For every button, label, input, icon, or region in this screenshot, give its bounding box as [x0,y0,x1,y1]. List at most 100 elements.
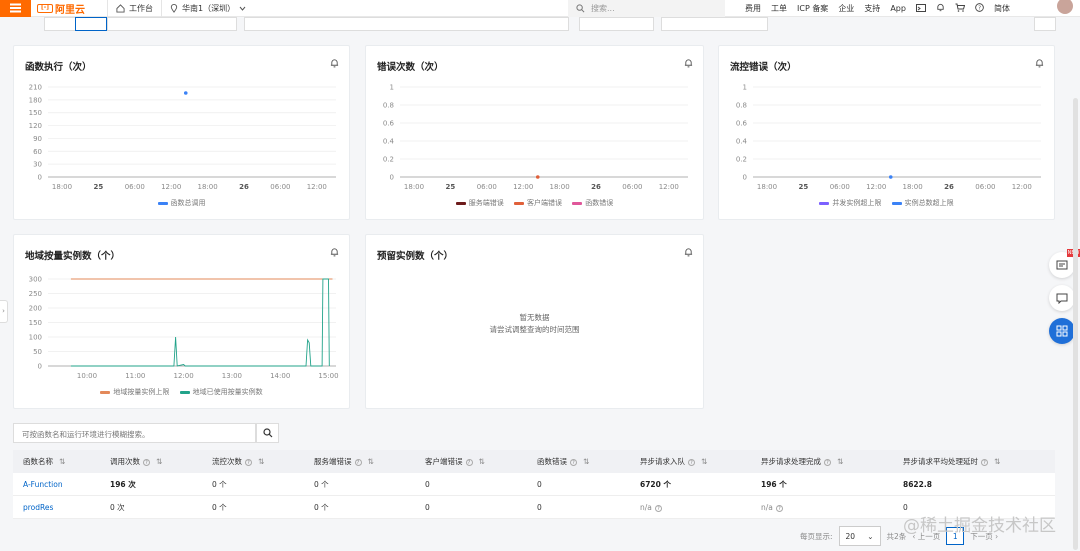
column-header[interactable]: 异步请求处理完成? ⇅ [761,450,843,473]
y-tick-label: 100 [29,334,42,342]
table-header: 函数名称 ⇅ 调用次数? ⇅ 流控次数? ⇅ 服务端错误? ⇅ 客户端错误? ⇅ 函数错误… [13,450,1055,473]
hamburger-menu-button[interactable] [0,0,31,17]
legend-item[interactable]: 客户端错误 [514,198,562,208]
logo-text: 阿里云 [55,4,85,16]
time-range-option-selected[interactable] [75,17,107,31]
nav-tickets[interactable]: 工单 [766,3,792,14]
x-tick-label: 15:00 [318,372,338,380]
search-placeholder: 可按函数名和运行环境进行模糊搜索。 [22,430,150,439]
column-header[interactable]: 函数错误? ⇅ [537,450,589,473]
top-right-nav: 费用 工单 ICP 备案 企业 支持 App ? 简体 [740,0,1015,17]
region-selector[interactable]: 华南1（深圳） [161,0,254,17]
y-tick-label: 0.6 [383,120,395,128]
watermark: @稀土掘金技术社区 [903,516,1056,536]
x-tick-label: 12:00 [307,183,327,191]
x-tick-label: 18:00 [198,183,218,191]
column-header[interactable]: 异步请求入队? ⇅ [640,450,707,473]
help-icon[interactable]: ? [970,3,989,14]
legend-item[interactable]: 函数总调用 [157,198,206,208]
page-scrollbar[interactable] [1073,98,1078,550]
legend-item[interactable]: 服务端错误 [455,198,504,208]
table-cell: 0 [537,480,542,489]
chevron-down-icon [239,6,246,11]
nav-billing[interactable]: 费用 [740,3,766,14]
column-header[interactable]: 异步请求平均处理延时? ⇅ [903,450,1000,473]
function-search-input[interactable]: 可按函数名和运行环境进行模糊搜索。 [13,423,256,443]
cart-icon[interactable] [950,3,970,14]
legend-item[interactable]: 实例总数超上限 [891,198,954,208]
chat-float-button[interactable] [1049,285,1075,311]
y-tick-label: 1 [390,84,394,92]
nav-app[interactable]: App [885,4,911,13]
x-tick-label: 12:00 [659,183,679,191]
table-cell: n/a? [640,496,662,519]
y-tick-label: 150 [29,319,42,327]
refresh-button[interactable] [1034,17,1056,31]
function-metrics-table: 函数名称 ⇅ 调用次数? ⇅ 流控次数? ⇅ 服务端错误? ⇅ 客户端错误? ⇅ 函数错误… [13,450,1055,519]
chart-title: 预留实例数（个） [377,251,454,262]
legend-item[interactable]: 地域按量实例上限 [100,387,169,397]
bell-icon[interactable] [931,3,950,14]
y-tick-label: 0 [38,363,42,371]
global-search-input[interactable]: 搜索... [568,0,725,17]
legend-item[interactable]: 并发实例超上限 [819,198,881,208]
y-tick-label: 30 [33,161,42,169]
per-page-select[interactable]: 20 ⌄ [838,526,881,546]
no-data-title: 暂无数据 [519,313,550,322]
terminal-icon[interactable] [911,3,931,14]
document-icon [1056,260,1068,270]
table-cell: 0 个 [212,480,227,489]
search-icon [576,4,585,13]
x-tick-label: 18:00 [903,183,923,191]
legend-item[interactable]: 地域已使用按量实例数 [179,387,263,397]
workbench-link[interactable]: 工作台 [107,0,161,17]
column-header[interactable]: 流控次数? ⇅ [212,450,264,473]
alert-bell-icon[interactable] [684,58,693,68]
date-range-picker[interactable] [244,17,569,31]
nav-enterprise[interactable]: 企业 [833,3,859,14]
x-tick-label: 25 [94,183,104,191]
y-tick-label: 0.4 [383,138,395,146]
column-header[interactable]: 调用次数? ⇅ [110,450,162,473]
alert-bell-icon[interactable] [330,58,339,68]
function-name-link[interactable]: A-Function [23,473,63,496]
language-switch[interactable]: 简体 [989,3,1015,14]
x-tick-label: 13:00 [222,372,242,380]
column-header[interactable]: 函数名称 ⇅ [23,450,65,473]
nav-icp[interactable]: ICP 备案 [792,3,833,14]
chart-card-regional-instances: 地域按量实例数（个） 300 250 200 150 100 50 0 10:00 11:00 1… [13,234,350,409]
y-tick-label: 0 [390,174,394,182]
search-placeholder: 搜索... [591,4,615,13]
filter-select[interactable] [579,17,654,31]
time-range-option[interactable] [44,17,76,31]
chart-card-provisioned-instances: 预留实例数（个） 暂无数据 请尝试调整查询的时间范围 [365,234,704,409]
column-header[interactable]: 客户端错误? ⇅ [425,450,485,473]
column-header[interactable]: 服务端错误? ⇅ [314,450,374,473]
alert-bell-icon[interactable] [1035,58,1044,68]
x-tick-label: 14:00 [270,372,290,380]
y-tick-label: 210 [29,84,42,92]
y-tick-label: 180 [29,96,42,104]
nav-support[interactable]: 支持 [859,3,885,14]
x-tick-label: 12:00 [1012,183,1032,191]
chart-title: 错误次数（次） [377,62,444,73]
y-tick-label: 50 [33,348,42,356]
user-avatar[interactable] [1057,0,1073,14]
filter-select-2[interactable] [661,17,768,31]
collapse-sidebar-tab[interactable]: › [0,300,8,323]
chart-title: 函数执行（次） [25,62,92,73]
function-name-link[interactable]: prodRes [23,496,53,519]
alert-bell-icon[interactable] [684,247,693,257]
x-tick-label: 18:00 [52,183,72,191]
y-tick-label: 0.8 [383,102,394,110]
aliyun-logo[interactable]: [-] 阿里云 [37,1,85,16]
x-tick-label: 25 [446,183,456,191]
chat-icon [1056,293,1068,304]
legend-item[interactable]: 函数错误 [572,198,613,208]
time-range-options[interactable] [107,17,237,31]
y-tick-label: 250 [29,290,42,298]
alert-bell-icon[interactable] [330,247,339,257]
apps-float-button[interactable] [1049,318,1075,344]
search-button[interactable] [256,423,279,443]
table-cell: 196 次 [110,480,136,489]
